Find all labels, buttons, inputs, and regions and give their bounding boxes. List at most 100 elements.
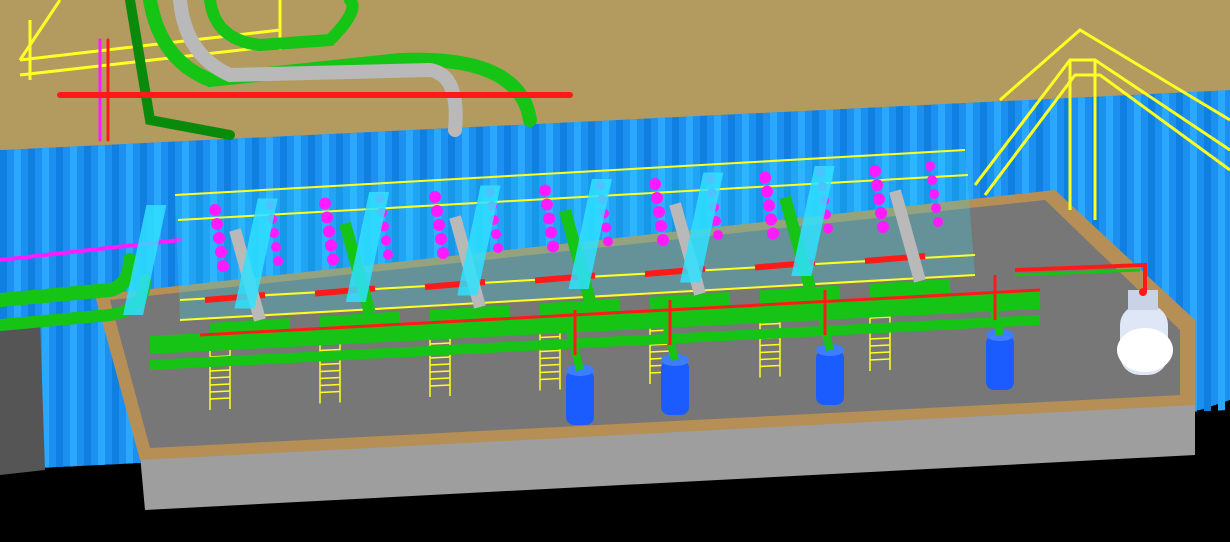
water-stripe <box>1218 90 1225 421</box>
stair-step <box>539 363 561 367</box>
valve-icon <box>601 222 611 233</box>
stair-step <box>869 358 891 361</box>
valve-icon <box>327 253 339 266</box>
valve-icon <box>929 189 939 199</box>
stair-step <box>319 369 341 373</box>
valve-icon <box>761 185 773 198</box>
stair-step <box>429 384 451 387</box>
pump-body <box>986 335 1014 390</box>
stair-step <box>759 357 781 361</box>
water-stripe <box>56 147 63 478</box>
stair-step <box>319 348 341 352</box>
stair-step <box>429 356 451 359</box>
bay-green-header <box>539 298 621 318</box>
valve-icon <box>759 171 771 184</box>
pump-body <box>816 350 844 405</box>
valve-icon <box>215 246 227 258</box>
bay-green-header <box>869 279 951 298</box>
pump-body <box>566 370 594 425</box>
valve-icon <box>651 192 663 204</box>
stair-step <box>429 377 451 380</box>
stair-step <box>429 370 451 373</box>
valve-icon <box>927 175 937 185</box>
valve-icon <box>547 240 559 253</box>
valve-icon <box>603 236 613 247</box>
valve-icon <box>767 227 779 240</box>
stair-step <box>759 364 781 368</box>
left-wall <box>0 320 45 475</box>
pump-station-render <box>0 0 1230 542</box>
stair-step <box>649 350 671 353</box>
valve-icon <box>877 221 889 233</box>
valve-icon <box>383 249 393 260</box>
stair-step <box>319 376 341 380</box>
stair-step <box>319 362 341 366</box>
valve-icon <box>209 204 221 216</box>
valve-icon <box>763 199 775 212</box>
valve-icon <box>869 165 881 177</box>
stair-step <box>869 344 891 347</box>
valve-icon <box>491 229 501 239</box>
stair-step <box>539 370 561 374</box>
bay-green-header <box>759 285 841 305</box>
bay-green-header <box>429 305 511 324</box>
valve-icon <box>435 233 447 245</box>
valve-icon <box>649 178 661 190</box>
stair-step <box>209 397 231 400</box>
pump-body <box>661 360 689 415</box>
valve-icon <box>541 198 553 211</box>
valve-icon <box>271 242 281 252</box>
valve-icon <box>319 197 331 210</box>
bay-green-header <box>649 292 731 311</box>
valve-icon <box>713 230 723 240</box>
stair-step <box>759 343 781 347</box>
stair-step <box>539 335 561 339</box>
valve-icon <box>429 191 441 203</box>
valve-icon <box>539 184 551 197</box>
valve-icon <box>543 212 555 225</box>
valve-icon <box>823 223 833 234</box>
valve-icon <box>211 218 223 230</box>
valve-icon <box>213 232 225 244</box>
valve-icon <box>925 161 935 171</box>
valve-icon <box>217 260 229 272</box>
valve-icon <box>657 234 669 246</box>
valve-icon <box>875 207 887 219</box>
valve-icon <box>931 203 941 213</box>
stair-step <box>869 337 891 340</box>
stair-step <box>869 351 891 354</box>
valve-icon <box>437 247 449 259</box>
stair-step <box>429 363 451 366</box>
stair-step <box>209 390 231 393</box>
valve-icon <box>431 205 443 217</box>
water-stripe <box>70 146 77 477</box>
stair-step <box>759 322 781 326</box>
stair-step <box>319 390 341 394</box>
valve-icon <box>655 220 667 232</box>
valve-icon <box>273 256 283 266</box>
stair-step <box>209 376 231 379</box>
stair-step <box>759 350 781 354</box>
valve-icon <box>871 179 883 191</box>
valve-icon <box>325 239 337 252</box>
valve-icon <box>933 217 943 227</box>
valve-icon <box>323 225 335 238</box>
valve-icon <box>765 213 777 226</box>
stair-step <box>539 356 561 360</box>
valve-icon <box>493 243 503 253</box>
stair-step <box>539 349 561 353</box>
bay-green-header <box>319 311 401 331</box>
valve-icon <box>653 206 665 218</box>
valve-icon <box>873 193 885 205</box>
stair-step <box>319 383 341 387</box>
bay-green-header <box>209 318 291 337</box>
valve-icon <box>321 211 333 224</box>
valve-icon <box>545 226 557 239</box>
stair-step <box>209 383 231 386</box>
stair-step <box>539 377 561 381</box>
water-stripe <box>1204 91 1211 422</box>
valve-icon <box>381 235 391 246</box>
stair-step <box>209 369 231 372</box>
stair-step <box>429 342 451 345</box>
valve-icon <box>433 219 445 231</box>
